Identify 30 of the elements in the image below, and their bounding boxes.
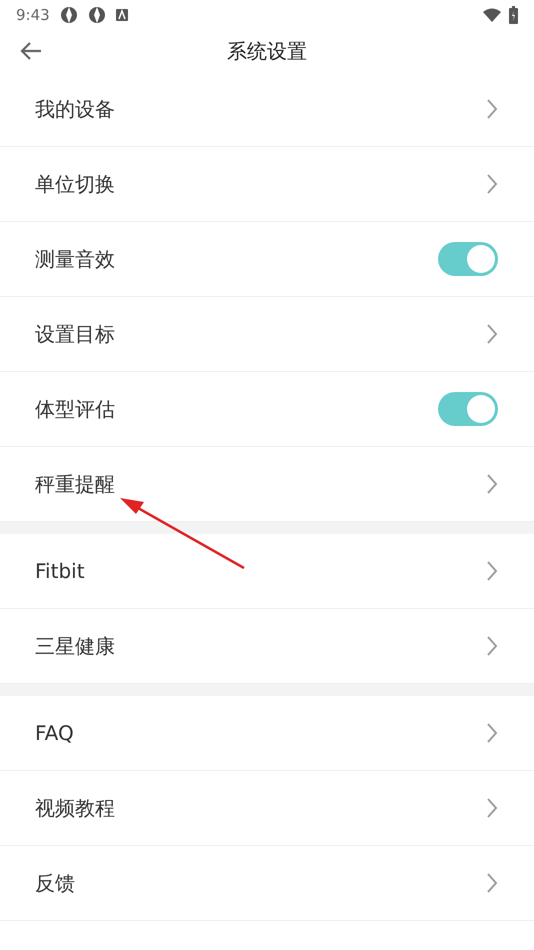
setting-label[interactable]: 三星健康: [35, 631, 115, 661]
setting-label[interactable]: 视频教程: [35, 793, 115, 823]
setting-label[interactable]: 反馈: [35, 868, 75, 898]
aperture-icon: [60, 6, 78, 24]
chevron-right-icon: [486, 872, 498, 894]
chevron-right-icon: [486, 722, 498, 744]
setting-label[interactable]: 测量音效: [35, 244, 115, 274]
setting-label[interactable]: 设置目标: [35, 319, 115, 349]
battery-icon: [509, 6, 518, 24]
setting-label[interactable]: 体型评估: [35, 394, 115, 424]
setting-label[interactable]: 秤重提醒: [35, 469, 115, 499]
chevron-right-icon: [486, 797, 498, 819]
status-time: 9:43: [16, 4, 50, 26]
chevron-right-icon: [486, 323, 498, 345]
aperture-icon: [88, 6, 106, 24]
setting-label[interactable]: Fitbit: [35, 556, 85, 586]
wifi-icon: [483, 8, 501, 22]
chevron-right-icon: [486, 98, 498, 120]
chevron-right-icon: [486, 635, 498, 657]
setting-label[interactable]: 单位切换: [35, 169, 115, 199]
chevron-right-icon: [486, 173, 498, 195]
toggle-switch[interactable]: [438, 392, 498, 426]
back-button[interactable]: [20, 40, 42, 62]
toggle-switch[interactable]: [438, 242, 498, 276]
chevron-right-icon: [486, 473, 498, 495]
app-notification-icon: [116, 9, 128, 21]
setting-label[interactable]: 我的设备: [35, 94, 115, 124]
setting-label[interactable]: FAQ: [35, 718, 74, 748]
chevron-right-icon: [486, 560, 498, 582]
page-title: 系统设置: [227, 38, 307, 65]
